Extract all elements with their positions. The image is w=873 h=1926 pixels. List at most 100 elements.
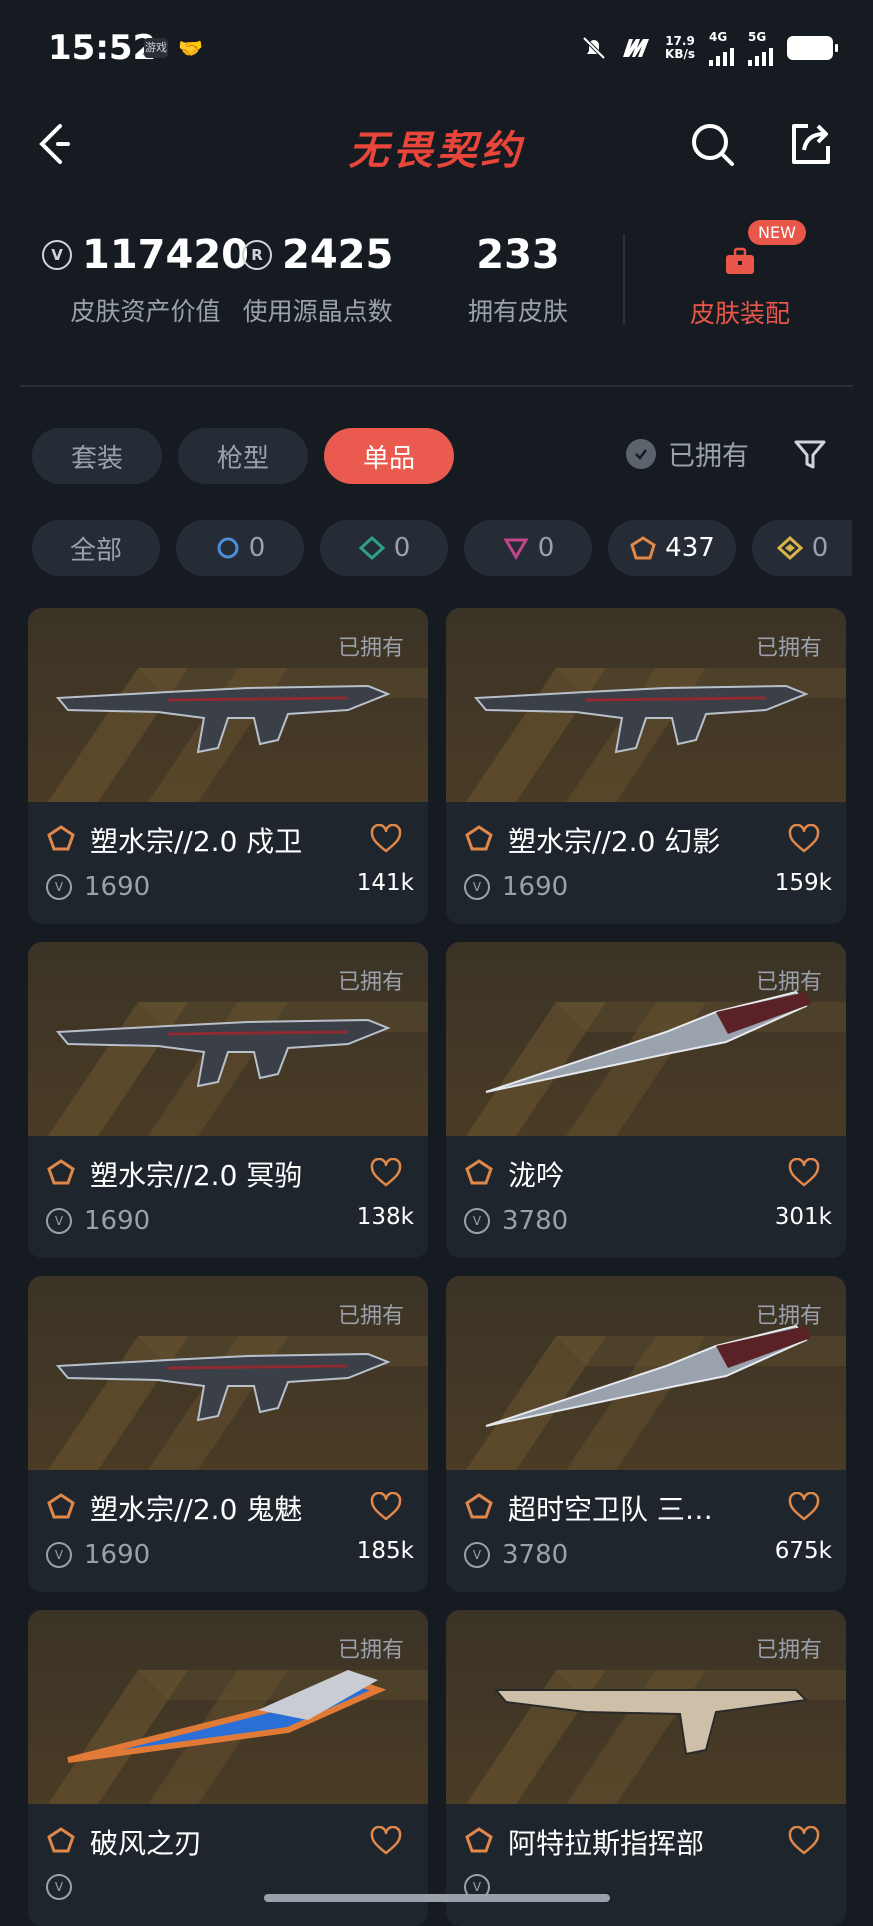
owned-label: 已拥有 bbox=[755, 636, 822, 661]
skin-image: 已拥有 bbox=[28, 1276, 428, 1470]
chip-select[interactable]: 0 bbox=[176, 520, 304, 576]
chip-all[interactable]: 全部 bbox=[32, 520, 160, 576]
skin-image: 已拥有 bbox=[446, 942, 846, 1136]
vp-coin-icon: V bbox=[46, 1874, 72, 1900]
skin-card[interactable]: 已拥有 塑水宗//2.0 鬼魅 V 1690 185k bbox=[28, 1276, 428, 1592]
owned-label: 已拥有 bbox=[337, 1304, 404, 1329]
heart-icon[interactable] bbox=[788, 824, 820, 854]
tab-weapon-type[interactable]: 枪型 bbox=[178, 428, 308, 484]
deluxe-tier-icon bbox=[358, 535, 385, 561]
chip-premium[interactable]: 0 bbox=[464, 520, 592, 576]
exclusive-tier-icon bbox=[47, 1493, 75, 1519]
owned-label: 已拥有 bbox=[337, 1638, 404, 1663]
weapon-image bbox=[493, 1689, 809, 1756]
heart-icon[interactable] bbox=[370, 824, 402, 854]
skin-image: 已拥有 bbox=[28, 942, 428, 1136]
share-icon[interactable] bbox=[786, 118, 836, 168]
heart-icon[interactable] bbox=[370, 1158, 402, 1188]
vp-coin-icon: V bbox=[42, 240, 72, 270]
stat-asset-value: V 117420 皮肤资产价值 bbox=[42, 232, 249, 328]
skin-loadout-button[interactable]: NEW 皮肤装配 bbox=[660, 220, 820, 330]
heart-icon[interactable] bbox=[788, 1492, 820, 1522]
skin-name: 塑水宗//2.0 幻影 bbox=[508, 825, 721, 858]
skin-card[interactable]: 已拥有 阿特拉斯指挥部 V bbox=[446, 1610, 846, 1926]
skin-card[interactable]: 已拥有 破风之刃 V bbox=[28, 1610, 428, 1926]
skin-name: 塑水宗//2.0 戍卫 bbox=[90, 825, 303, 858]
stat-radianite: R 2425 使用源晶点数 bbox=[242, 232, 394, 326]
skin-price: V 1690 bbox=[46, 872, 150, 902]
heart-icon[interactable] bbox=[370, 1826, 402, 1856]
page-title: 无畏契约 bbox=[348, 128, 525, 174]
skin-image: 已拥有 bbox=[446, 1610, 846, 1804]
tab-bundles[interactable]: 套装 bbox=[32, 428, 162, 484]
skin-price: V 1690 bbox=[464, 872, 568, 902]
check-icon bbox=[626, 438, 656, 469]
exclusive-tier-icon bbox=[47, 1159, 75, 1185]
skin-name: 塑水宗//2.0 冥驹 bbox=[90, 1159, 303, 1192]
mi-logo-icon bbox=[623, 39, 650, 57]
exclusive-tier-icon bbox=[465, 1493, 493, 1519]
signal-5g: 5G bbox=[748, 30, 773, 66]
skin-image: 已拥有 bbox=[28, 608, 428, 802]
skin-card[interactable]: 已拥有 塑水宗//2.0 幻影 V 1690 159k bbox=[446, 608, 846, 924]
owned-label: 已拥有 bbox=[755, 970, 822, 995]
skin-image: 已拥有 bbox=[446, 1276, 846, 1470]
skin-card[interactable]: 已拥有 超时空卫队 三… V 3780 675k bbox=[446, 1276, 846, 1592]
home-indicator[interactable] bbox=[264, 1894, 610, 1902]
exclusive-tier-icon bbox=[47, 825, 75, 851]
weapon-image bbox=[55, 684, 391, 754]
network-speed: 17.9 KB/s bbox=[665, 34, 695, 61]
vp-coin-icon: V bbox=[464, 1208, 490, 1234]
new-badge: NEW bbox=[748, 220, 806, 245]
weapon-image bbox=[485, 1324, 811, 1427]
skin-price: V 1690 bbox=[46, 1206, 150, 1236]
filter-icon[interactable] bbox=[792, 436, 828, 472]
chip-ultra[interactable]: 0 bbox=[752, 520, 852, 576]
heart-icon[interactable] bbox=[370, 1492, 402, 1522]
heart-icon[interactable] bbox=[788, 1826, 820, 1856]
app-header: 无畏契约 bbox=[0, 100, 873, 190]
chip-exclusive[interactable]: 437 bbox=[608, 520, 736, 576]
heart-icon[interactable] bbox=[788, 1158, 820, 1188]
skin-name: 破风之刃 bbox=[90, 1827, 203, 1860]
rarity-filter-chips: 全部 0 0 0 437 0 bbox=[32, 520, 852, 576]
vp-coin-icon: V bbox=[46, 1542, 72, 1568]
signal-4g: 4G bbox=[709, 30, 734, 66]
stat-owned-skins: 233 拥有皮肤 bbox=[468, 232, 569, 326]
skin-price: V 3780 bbox=[464, 1206, 568, 1236]
category-tabs: 套装 枪型 单品 bbox=[32, 428, 454, 484]
stats-divider bbox=[623, 234, 625, 324]
skin-name: 泷吟 bbox=[508, 1159, 565, 1192]
status-time: 15:52 bbox=[48, 28, 157, 68]
like-count: 675k bbox=[774, 1538, 832, 1564]
tab-single-items[interactable]: 单品 bbox=[324, 428, 454, 484]
owned-label: 已拥有 bbox=[337, 636, 404, 661]
ultra-tier-icon bbox=[776, 535, 803, 561]
skin-price: V 1690 bbox=[46, 1540, 150, 1570]
like-count: 301k bbox=[774, 1204, 832, 1230]
exclusive-tier-icon bbox=[47, 1827, 75, 1853]
skin-card[interactable]: 已拥有 塑水宗//2.0 戍卫 V 1690 141k bbox=[28, 608, 428, 924]
vp-coin-icon: V bbox=[46, 1208, 72, 1234]
skin-name: 阿特拉斯指挥部 bbox=[508, 1827, 705, 1860]
like-count: 138k bbox=[356, 1204, 414, 1230]
skin-image: 已拥有 bbox=[28, 1610, 428, 1804]
skin-price: V bbox=[46, 1874, 84, 1900]
like-count: 141k bbox=[356, 870, 414, 896]
skin-card[interactable]: 已拥有 泷吟 V 3780 301k bbox=[446, 942, 846, 1258]
owned-label: 已拥有 bbox=[755, 1638, 822, 1663]
weapon-image bbox=[473, 684, 809, 754]
select-tier-icon bbox=[217, 537, 239, 559]
skin-name: 塑水宗//2.0 鬼魅 bbox=[90, 1493, 303, 1526]
search-icon[interactable] bbox=[688, 120, 738, 170]
exclusive-tier-icon bbox=[465, 1159, 493, 1185]
owned-label: 已拥有 bbox=[755, 1304, 822, 1329]
skin-card[interactable]: 已拥有 塑水宗//2.0 冥驹 V 1690 138k bbox=[28, 942, 428, 1258]
vp-coin-icon: V bbox=[46, 874, 72, 900]
owned-filter-toggle[interactable]: 已拥有 bbox=[626, 434, 749, 473]
exclusive-tier-icon bbox=[630, 536, 656, 560]
skin-price: V 3780 bbox=[464, 1540, 568, 1570]
skin-name: 超时空卫队 三… bbox=[508, 1493, 713, 1526]
chip-deluxe[interactable]: 0 bbox=[320, 520, 448, 576]
owned-label: 已拥有 bbox=[337, 970, 404, 995]
